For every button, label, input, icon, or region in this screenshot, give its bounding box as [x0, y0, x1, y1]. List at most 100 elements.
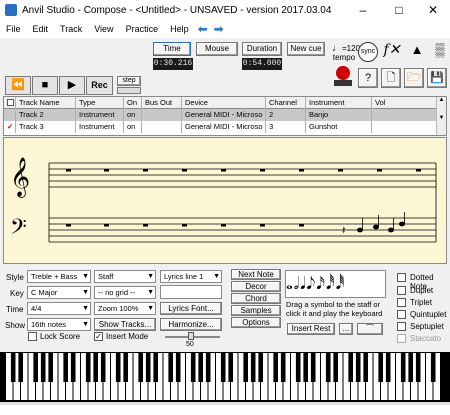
col-bus-out[interactable]: Bus Out	[142, 97, 182, 109]
track-bus-out[interactable]	[142, 109, 182, 121]
col-device[interactable]: Device	[182, 97, 266, 109]
black-key[interactable]	[228, 353, 233, 382]
col-instrument[interactable]: Instrument	[306, 97, 372, 109]
eighth-note-icon[interactable]: 𝅘𝅥𝅮	[307, 274, 317, 294]
menu-file[interactable]: File	[0, 24, 27, 34]
decor-button[interactable]: Decor	[231, 281, 281, 292]
black-key[interactable]	[18, 353, 23, 382]
track-bus-out[interactable]	[142, 121, 182, 133]
more-button[interactable]: ...	[339, 323, 353, 335]
duplet-checkbox[interactable]	[397, 286, 406, 295]
grid-select[interactable]: -- no grid -- ▼	[94, 286, 156, 299]
black-key[interactable]	[93, 353, 98, 382]
track-name[interactable]: Track 3	[16, 121, 76, 133]
menu-help[interactable]: Help	[164, 24, 195, 34]
lock-score-checkbox[interactable]	[28, 332, 37, 341]
track-channel[interactable]: 2	[266, 109, 306, 121]
black-key[interactable]	[85, 353, 91, 382]
black-key[interactable]	[348, 353, 353, 382]
staff-editor[interactable]: 𝄞 𝄢 𝄽	[3, 137, 447, 264]
black-key[interactable]	[408, 353, 413, 382]
step-button[interactable]: step	[117, 76, 141, 86]
black-key[interactable]	[325, 353, 331, 382]
col-type[interactable]: Type	[76, 97, 124, 109]
lyrics-font-button[interactable]: Lyrics Font...	[160, 302, 222, 315]
black-key[interactable]	[258, 353, 263, 382]
track-instrument[interactable]: Banjo	[306, 109, 372, 121]
sixty-fourth-note-icon[interactable]: 𝅘𝅥𝅱	[336, 274, 346, 294]
black-key[interactable]	[153, 353, 158, 382]
effects-icon[interactable]: 𝑓✕	[382, 42, 402, 62]
black-key[interactable]	[175, 353, 181, 382]
record-icon[interactable]	[336, 66, 350, 80]
track-vol[interactable]	[372, 121, 436, 133]
track-on[interactable]: on	[124, 109, 142, 121]
key-select[interactable]: C Major ▼	[27, 286, 91, 299]
new-cue-button[interactable]: New cue	[287, 42, 325, 56]
next-note-button[interactable]: Next Note	[231, 269, 281, 280]
open-folder-icon[interactable]: 🗁	[404, 68, 424, 88]
black-key[interactable]	[100, 353, 106, 382]
staccato-checkbox[interactable]	[397, 334, 406, 343]
septuplet-checkbox[interactable]	[397, 322, 406, 331]
dotted-note-checkbox[interactable]	[397, 273, 406, 282]
black-key[interactable]	[378, 353, 383, 382]
zoom-select[interactable]: Zoom 100% ▼	[94, 302, 156, 315]
close-icon[interactable]: ✕	[416, 0, 450, 20]
time-button[interactable]: Time	[153, 42, 191, 56]
play-button[interactable]: ▶	[59, 76, 85, 95]
black-key[interactable]	[415, 353, 421, 382]
stop-button[interactable]: ■	[32, 76, 58, 95]
black-key[interactable]	[63, 353, 68, 382]
black-key[interactable]	[220, 353, 226, 382]
black-key[interactable]	[333, 353, 338, 382]
black-key[interactable]	[250, 353, 256, 382]
triplet-checkbox[interactable]	[397, 298, 406, 307]
track-name[interactable]: Track 2	[16, 109, 76, 121]
black-key[interactable]	[168, 353, 173, 382]
black-key[interactable]	[400, 353, 406, 382]
samples-button[interactable]: Samples	[231, 305, 281, 316]
black-key[interactable]	[190, 353, 196, 382]
black-key[interactable]	[205, 353, 211, 382]
track-channel[interactable]: 3	[266, 121, 306, 133]
chord-button[interactable]: Chord	[231, 293, 281, 304]
time-sig-select[interactable]: 4/4 ▼	[27, 302, 91, 315]
track-row[interactable]: Track 2 Instrument on General MIDI - Mic…	[4, 109, 436, 121]
black-key[interactable]	[198, 353, 203, 382]
select-all-checkbox[interactable]	[4, 97, 16, 109]
track-row-check[interactable]	[4, 109, 16, 121]
black-key[interactable]	[115, 353, 121, 382]
quintuplet-checkbox[interactable]	[397, 310, 406, 319]
black-key[interactable]	[33, 353, 38, 382]
col-track-name[interactable]: Track Name	[16, 97, 76, 109]
check-icon[interactable]: ✓	[4, 121, 16, 133]
black-key[interactable]	[430, 353, 436, 382]
insert-rest-button[interactable]: Insert Rest	[287, 323, 335, 335]
insert-mode-checkbox[interactable]: ✓	[94, 332, 103, 341]
track-device[interactable]: General MIDI - Microso	[182, 121, 266, 133]
maximize-icon[interactable]: □	[382, 0, 416, 20]
forward-arrow-icon[interactable]: ➡	[211, 22, 227, 36]
metronome-icon[interactable]: ▲	[408, 42, 426, 62]
black-key[interactable]	[145, 353, 151, 382]
track-row[interactable]: ✓ Track 3 Instrument on General MIDI - M…	[4, 121, 436, 133]
style-select[interactable]: Treble + Bass ▼	[27, 270, 91, 283]
black-key[interactable]	[273, 353, 278, 382]
options-button[interactable]: Options	[231, 317, 281, 328]
black-key[interactable]	[48, 353, 53, 382]
new-file-icon[interactable]: 🗋	[381, 68, 401, 88]
show-select[interactable]: 16th notes ▼	[27, 318, 91, 331]
mixer-icon[interactable]: ▒	[432, 42, 448, 62]
save-icon[interactable]: 💾	[427, 68, 447, 88]
lyrics-line-select[interactable]: Lyrics line 1 ▼	[160, 270, 222, 283]
menu-track[interactable]: Track	[54, 24, 88, 34]
record-button[interactable]: Rec	[86, 76, 113, 95]
track-device[interactable]: General MIDI - Microso	[182, 109, 266, 121]
col-channel[interactable]: Channel	[266, 97, 306, 109]
black-key[interactable]	[385, 353, 391, 382]
track-type[interactable]: Instrument	[76, 109, 124, 121]
black-key[interactable]	[70, 353, 76, 382]
lyrics-input[interactable]	[160, 285, 222, 299]
step-arrows[interactable]	[117, 87, 141, 94]
